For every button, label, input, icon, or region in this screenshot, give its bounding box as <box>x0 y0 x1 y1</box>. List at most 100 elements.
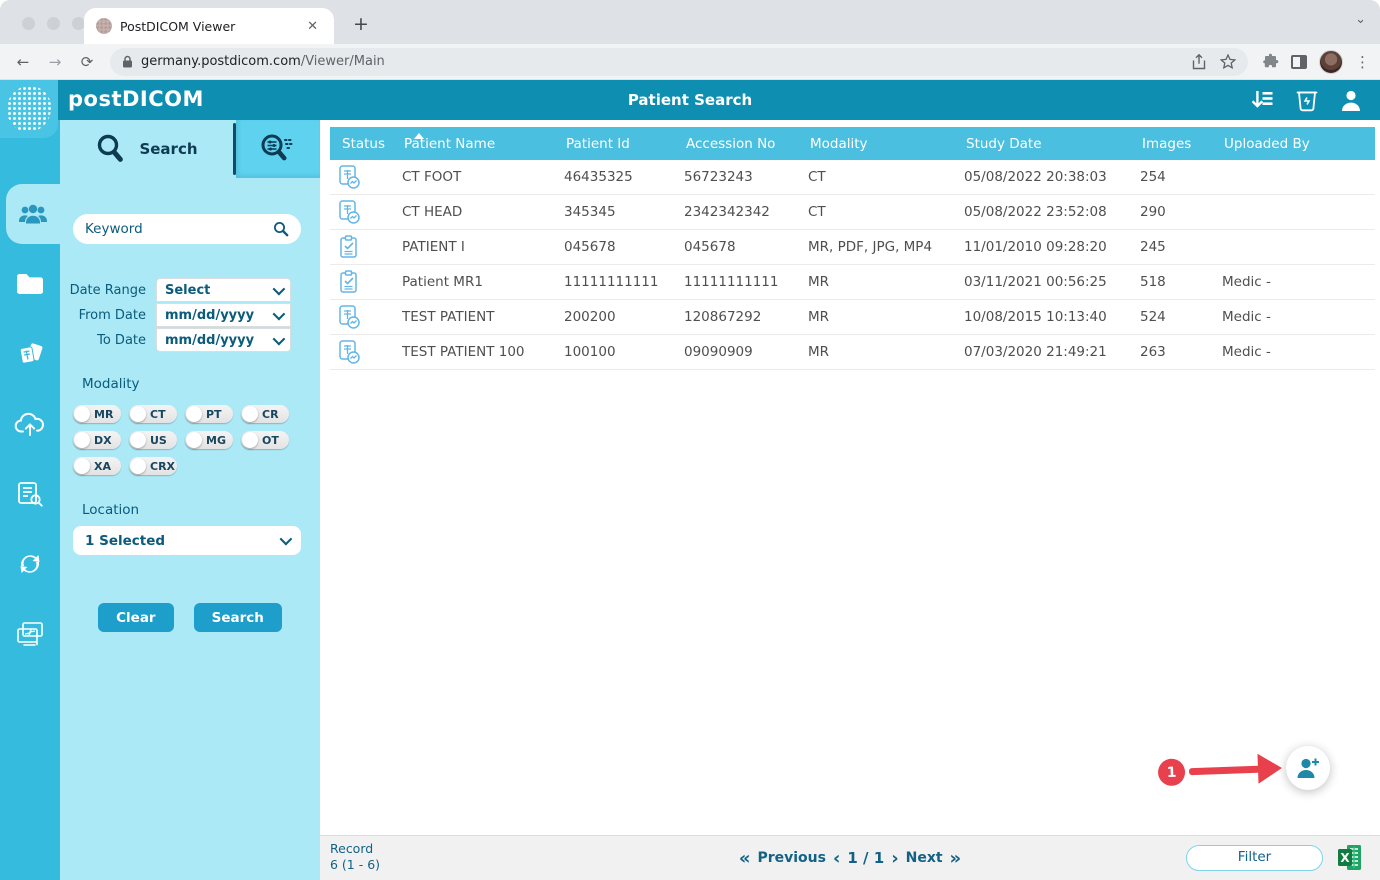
keyword-search-field[interactable] <box>73 214 301 244</box>
col-study-date[interactable]: Study Date <box>964 136 1140 152</box>
sort-order-icon[interactable] <box>1250 89 1274 111</box>
tutorial-annotation: 1 <box>1157 748 1288 793</box>
table-row[interactable]: CT FOOT 46435325 56723243 CT 05/08/2022 … <box>330 160 1375 195</box>
annotation-arrowhead <box>1257 753 1282 784</box>
toggle-knob <box>74 458 90 474</box>
study-date-cell: 07/03/2020 21:49:21 <box>964 344 1140 360</box>
table-row[interactable]: Patient MR1 11111111111 11111111111 MR 0… <box>330 265 1375 300</box>
user-account-icon[interactable] <box>1340 89 1362 112</box>
col-images[interactable]: Images <box>1140 136 1222 152</box>
browser-menu-icon[interactable]: ⋮ <box>1355 53 1370 71</box>
col-patient-name[interactable]: Patient Name <box>402 136 564 152</box>
col-uploaded-by[interactable]: Uploaded By <box>1222 136 1375 152</box>
nav-folders[interactable] <box>0 254 60 314</box>
modality-toggle-cr[interactable]: CR <box>241 405 289 423</box>
previous-page-button[interactable]: Previous <box>757 850 826 866</box>
modality-toggle-mr[interactable]: MR <box>73 405 121 423</box>
col-status[interactable]: Status <box>330 136 402 152</box>
keyword-input[interactable] <box>85 221 273 237</box>
modality-toggle-crx[interactable]: CRX <box>129 457 177 475</box>
share-icon[interactable] <box>1192 54 1206 70</box>
toggle-knob <box>242 432 258 448</box>
tab-close-icon[interactable]: ✕ <box>303 17 322 36</box>
study-date-cell: 10/08/2015 10:13:40 <box>964 309 1140 325</box>
nav-sync[interactable] <box>0 534 60 594</box>
window-controls[interactable] <box>22 17 85 30</box>
modality-toggle-pt[interactable]: PT <box>185 405 233 423</box>
modality-toggle-xa[interactable]: XA <box>73 457 121 475</box>
col-patient-id[interactable]: Patient Id <box>564 136 684 152</box>
tab-strip-chevron-icon[interactable]: ⌄ <box>1355 12 1366 27</box>
filter-button[interactable]: Filter <box>1186 845 1323 871</box>
clear-button[interactable]: Clear <box>98 603 173 632</box>
profile-avatar[interactable] <box>1319 50 1343 74</box>
next-page-button[interactable]: Next <box>906 850 943 866</box>
new-tab-button[interactable]: + <box>348 12 374 38</box>
tab-basic-search[interactable]: Search <box>60 120 233 178</box>
nav-remote-transfer[interactable] <box>0 604 60 664</box>
modality-cell: CT <box>808 169 964 185</box>
modality-toggle-ot[interactable]: OT <box>241 431 289 449</box>
sync-arrows-icon <box>16 550 44 578</box>
modality-toggle-us[interactable]: US <box>129 431 177 449</box>
accession-cell: 11111111111 <box>684 274 808 290</box>
next-chevron-icon[interactable]: › <box>891 848 898 869</box>
browser-chrome: PostDICOM Viewer ✕ + ⌄ ← → ⟳ germany.pos… <box>0 0 1380 80</box>
prev-chevron-icon[interactable]: ‹ <box>833 848 840 869</box>
from-date-select[interactable]: mm/dd/yyyy <box>156 303 291 327</box>
chevron-down-icon <box>273 282 286 295</box>
tab-advanced-search[interactable] <box>236 120 320 178</box>
modality-toggle-dx[interactable]: DX <box>73 431 121 449</box>
recycle-bin-icon[interactable] <box>1296 88 1318 112</box>
reload-button[interactable]: ⟳ <box>74 49 100 75</box>
col-modality[interactable]: Modality <box>808 136 964 152</box>
minimize-window-button[interactable] <box>47 17 60 30</box>
last-page-icon[interactable]: » <box>950 848 962 869</box>
images-cell: 254 <box>1140 169 1222 185</box>
report-check-status-icon <box>330 199 402 225</box>
patient-id-cell: 200200 <box>564 309 684 325</box>
table-row[interactable]: TEST PATIENT 200200 120867292 MR 10/08/2… <box>330 300 1375 335</box>
uploaded-by-cell: Medic - <box>1222 344 1375 360</box>
to-date-select[interactable]: mm/dd/yyyy <box>156 328 291 352</box>
nav-patient-search[interactable] <box>6 184 60 244</box>
results-footer: Record 6 (1 - 6) « Previous ‹ 1 / 1 › Ne… <box>320 835 1380 880</box>
patient-id-cell: 46435325 <box>564 169 684 185</box>
address-bar[interactable]: germany.postdicom.com/Viewer/Main <box>110 48 1248 76</box>
keyword-search-icon[interactable] <box>273 221 289 237</box>
results-area: Status Patient Name Patient Id Accession… <box>320 120 1380 880</box>
col-accession-no[interactable]: Accession No <box>684 136 808 152</box>
date-range-select[interactable]: Select <box>156 278 291 302</box>
side-panel-icon[interactable] <box>1291 55 1307 69</box>
url-text[interactable]: germany.postdicom.com/Viewer/Main <box>141 54 1184 69</box>
page-indicator: 1 / 1 <box>847 849 884 867</box>
clipboard-check-status-icon <box>330 269 402 295</box>
nav-worklist[interactable] <box>0 464 60 524</box>
location-select[interactable]: 1 Selected <box>73 526 301 555</box>
nav-upload[interactable] <box>0 394 60 454</box>
close-window-button[interactable] <box>22 17 35 30</box>
table-row[interactable]: PATIENT I 045678 045678 MR, PDF, JPG, MP… <box>330 230 1375 265</box>
nav-dicom-images[interactable] <box>0 324 60 384</box>
toggle-knob <box>130 458 146 474</box>
search-button[interactable]: Search <box>194 603 282 632</box>
patients-group-icon <box>17 201 49 227</box>
toggle-knob <box>74 432 90 448</box>
export-excel-icon[interactable]: X <box>1338 844 1362 871</box>
add-patient-button[interactable] <box>1286 746 1330 790</box>
browser-tab[interactable]: PostDICOM Viewer ✕ <box>84 8 334 44</box>
chevron-down-icon <box>273 332 286 345</box>
table-row[interactable]: TEST PATIENT 100 100100 09090909 MR 07/0… <box>330 335 1375 370</box>
report-check-status-icon <box>330 164 402 190</box>
first-page-icon[interactable]: « <box>739 848 751 869</box>
bookmark-star-icon[interactable] <box>1220 54 1236 69</box>
forward-button[interactable]: → <box>42 49 68 75</box>
table-row[interactable]: CT HEAD 345345 2342342342 CT 05/08/2022 … <box>330 195 1375 230</box>
modality-cell: MR <box>808 274 964 290</box>
modality-toggle-ct[interactable]: CT <box>129 405 177 423</box>
back-button[interactable]: ← <box>10 49 36 75</box>
patient-id-cell: 345345 <box>564 204 684 220</box>
modality-toggle-mg[interactable]: MG <box>185 431 233 449</box>
extensions-puzzle-icon[interactable] <box>1262 53 1279 70</box>
advanced-search-icon <box>257 132 299 166</box>
